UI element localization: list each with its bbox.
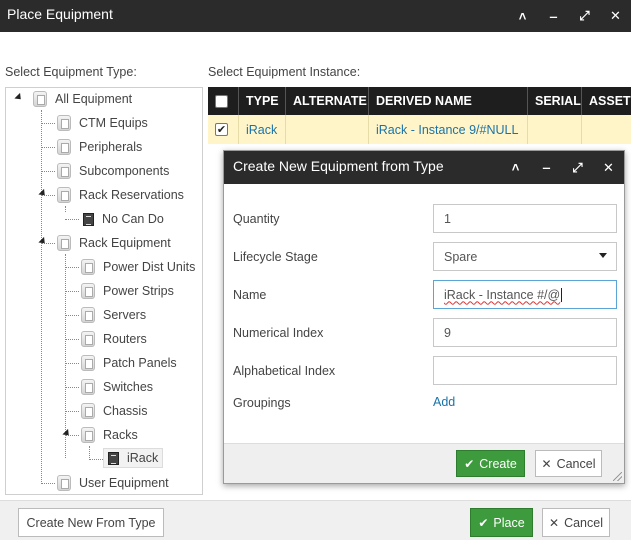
equipment-instance-grid: TYPE ALTERNATE DERIVED NAME SERIAL ASSET… <box>208 87 631 144</box>
groupings-label: Groupings <box>233 396 291 410</box>
tree-item-servers[interactable]: Servers <box>81 305 146 325</box>
create-equipment-dialog: Create New Equipment from Type ˄ ‒ ⤢ ✕ Q… <box>223 150 625 484</box>
folder-icon <box>81 355 95 371</box>
tree-item-peripherals[interactable]: Peripherals <box>57 137 142 157</box>
select-all-cell[interactable] <box>208 87 239 115</box>
dialog-titlebar: Create New Equipment from Type ˄ ‒ ⤢ ✕ <box>224 151 624 184</box>
column-serial[interactable]: SERIAL <box>528 87 582 115</box>
row-select-cell[interactable]: ✔ <box>208 115 239 144</box>
tree-item-chassis[interactable]: Chassis <box>81 401 147 421</box>
folder-icon <box>81 379 95 395</box>
equipment-instance-label: Select Equipment Instance: <box>208 65 361 79</box>
equipment-icon <box>83 212 94 226</box>
tree-item-user-equipment[interactable]: User Equipment <box>57 473 169 493</box>
expand-icon[interactable]: ⤢ <box>562 151 593 184</box>
tree-item-routers[interactable]: Routers <box>81 329 147 349</box>
tree-item-ctm-equips[interactable]: CTM Equips <box>57 113 148 133</box>
tree-expand-icon[interactable] <box>38 188 48 199</box>
tree-item-power-dist-units[interactable]: Power Dist Units <box>81 257 195 277</box>
lifecycle-stage-label: Lifecycle Stage <box>233 250 318 264</box>
select-all-checkbox[interactable] <box>215 94 228 108</box>
minimize-icon[interactable]: ‒ <box>531 151 562 184</box>
cell-type: iRack <box>239 115 286 144</box>
name-label: Name <box>233 288 267 302</box>
equipment-type-tree[interactable]: All Equipment CTM Equips Peripherals Sub… <box>5 87 203 495</box>
create-new-from-type-button[interactable]: Create New From Type <box>18 508 164 537</box>
tree-item-power-strips[interactable]: Power Strips <box>81 281 174 301</box>
grid-header: TYPE ALTERNATE DERIVED NAME SERIAL ASSET <box>208 87 631 115</box>
column-type[interactable]: TYPE <box>239 87 286 115</box>
cell-asset <box>582 115 631 144</box>
tree-item-irack[interactable]: iRack <box>103 448 164 468</box>
column-asset[interactable]: ASSET <box>582 87 631 115</box>
name-input[interactable]: iRack - Instance #/@ <box>433 280 617 309</box>
numerical-index-label: Numerical Index <box>233 326 324 340</box>
collapse-icon[interactable]: ˄ <box>500 151 531 184</box>
folder-icon <box>81 307 95 323</box>
numerical-index-input[interactable]: 9 <box>433 318 617 347</box>
tree-item-no-can-do[interactable]: No Can Do <box>83 209 164 229</box>
close-icon[interactable]: ✕ <box>593 151 624 184</box>
x-icon: ✕ <box>541 456 552 471</box>
create-button[interactable]: ✔ Create <box>456 450 525 477</box>
tree-item-racks[interactable]: Racks <box>81 425 138 445</box>
folder-icon <box>33 91 47 107</box>
folder-icon <box>81 283 95 299</box>
tree-item-patch-panels[interactable]: Patch Panels <box>81 353 177 373</box>
cell-derived-name: iRack - Instance 9/#NULL <box>369 115 528 144</box>
tree-item-rack-equipment[interactable]: Rack Equipment <box>57 233 171 253</box>
window-titlebar: Place Equipment ˄ ‒ ⤢ ✕ <box>0 0 631 32</box>
tree-expand-icon[interactable] <box>38 236 48 247</box>
tree-item-subcomponents[interactable]: Subcomponents <box>57 161 169 181</box>
folder-icon <box>57 235 71 251</box>
folder-icon <box>81 331 95 347</box>
folder-icon <box>81 403 95 419</box>
footer-bar: Create New From Type ✔ Place ✕ Cancel <box>0 500 631 540</box>
x-icon: ✕ <box>549 515 560 530</box>
tree-item-switches[interactable]: Switches <box>81 377 153 397</box>
add-grouping-link[interactable]: Add <box>433 395 455 409</box>
close-icon[interactable]: ✕ <box>600 0 631 32</box>
folder-icon <box>57 187 71 203</box>
row-checkbox[interactable]: ✔ <box>215 123 228 136</box>
cell-alternate <box>286 115 369 144</box>
dialog-footer: ✔ Create ✕ Cancel <box>224 443 624 483</box>
cell-serial <box>528 115 582 144</box>
column-derived-name[interactable]: DERIVED NAME <box>369 87 528 115</box>
check-icon: ✔ <box>478 515 489 530</box>
tree-expand-icon[interactable] <box>62 428 72 439</box>
expand-icon[interactable]: ⤢ <box>569 0 600 32</box>
equipment-icon <box>108 451 119 465</box>
folder-icon <box>57 163 71 179</box>
tree-item-rack-reservations[interactable]: Rack Reservations <box>57 185 184 205</box>
folder-icon <box>81 427 95 443</box>
alphabetical-index-label: Alphabetical Index <box>233 364 336 378</box>
folder-icon <box>57 475 71 491</box>
place-button[interactable]: ✔ Place <box>470 508 533 537</box>
folder-icon <box>81 259 95 275</box>
dialog-title: Create New Equipment from Type <box>233 158 444 174</box>
dialog-cancel-button[interactable]: ✕ Cancel <box>535 450 602 477</box>
alphabetical-index-input[interactable] <box>433 356 617 385</box>
column-alternate[interactable]: ALTERNATE <box>286 87 369 115</box>
resize-grip-icon[interactable] <box>613 472 622 481</box>
tree-expand-icon[interactable] <box>14 92 24 103</box>
quantity-input[interactable]: 1 <box>433 204 617 233</box>
chevron-down-icon <box>599 253 607 258</box>
quantity-label: Quantity <box>233 212 280 226</box>
table-row[interactable]: ✔ iRack iRack - Instance 9/#NULL <box>208 115 631 144</box>
folder-icon <box>57 139 71 155</box>
window-title: Place Equipment <box>7 6 113 22</box>
check-icon: ✔ <box>464 456 475 471</box>
lifecycle-stage-select[interactable]: Spare <box>433 242 617 271</box>
folder-icon <box>57 115 71 131</box>
tree-item-all-equipment[interactable]: All Equipment <box>33 89 132 109</box>
minimize-icon[interactable]: ‒ <box>538 0 569 32</box>
collapse-icon[interactable]: ˄ <box>507 0 538 32</box>
equipment-type-label: Select Equipment Type: <box>5 65 137 79</box>
cancel-button[interactable]: ✕ Cancel <box>542 508 610 537</box>
